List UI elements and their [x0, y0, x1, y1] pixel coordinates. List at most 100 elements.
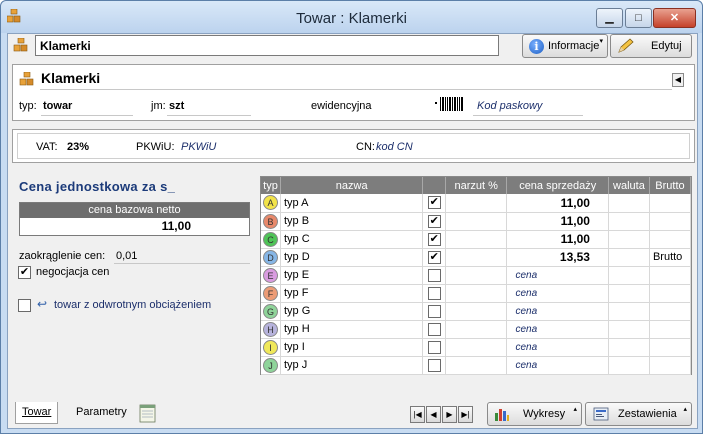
type-check-cell[interactable]: ✔: [422, 230, 446, 249]
base-price-box[interactable]: cena bazowa netto 11,00: [19, 202, 250, 236]
sale-price-cell[interactable]: cena: [506, 266, 609, 285]
col-waluta[interactable]: waluta: [608, 177, 650, 194]
price-table-row[interactable]: Dtyp D ✔ 13,53 Brutto: [261, 248, 692, 267]
type-checkbox[interactable]: ✔: [427, 196, 441, 210]
type-name-cell[interactable]: typ G: [280, 302, 424, 321]
title-bar[interactable]: Towar : Klamerki ▁ □ ✕: [1, 1, 702, 33]
type-check-cell[interactable]: ✔: [422, 194, 446, 213]
type-name-cell[interactable]: typ J: [280, 356, 424, 375]
type-checkbox[interactable]: [427, 268, 441, 282]
type-name-cell[interactable]: typ I: [280, 338, 424, 357]
type-name-cell[interactable]: typ D: [280, 248, 424, 267]
type-checkbox[interactable]: ✔: [427, 232, 441, 246]
col-typ[interactable]: typ: [261, 177, 281, 194]
sale-price-cell[interactable]: 11,00: [506, 212, 609, 231]
zestawienia-button[interactable]: Zestawienia ▴: [585, 402, 692, 426]
nav-first-button[interactable]: |◀: [410, 406, 425, 423]
type-check-cell[interactable]: [422, 338, 446, 357]
tab-parametry[interactable]: Parametry: [70, 402, 133, 424]
nav-next-button[interactable]: ▶: [442, 406, 457, 423]
type-checkbox[interactable]: [427, 286, 441, 300]
price-table-row[interactable]: Gtyp G cena: [261, 302, 692, 321]
base-price-value[interactable]: 11,00: [20, 218, 249, 235]
pkwiu-value[interactable]: PKWiU: [181, 141, 216, 153]
currency-cell[interactable]: [608, 230, 650, 249]
type-name-cell[interactable]: typ H: [280, 320, 424, 339]
price-table-row[interactable]: Jtyp J cena: [261, 356, 692, 375]
nav-prev-button[interactable]: ◀: [426, 406, 441, 423]
sale-price-cell[interactable]: 11,00: [506, 230, 609, 249]
minimize-button[interactable]: ▁: [596, 8, 623, 28]
gross-cell[interactable]: [649, 284, 692, 303]
col-check[interactable]: [422, 177, 446, 194]
reverse-charge-checkbox[interactable]: [18, 299, 31, 312]
gross-cell[interactable]: [649, 194, 692, 213]
type-checkbox[interactable]: [427, 340, 441, 354]
cn-value[interactable]: kod CN: [376, 141, 413, 153]
markup-cell[interactable]: [445, 320, 508, 339]
jm-value[interactable]: szt: [169, 100, 184, 112]
type-checkbox[interactable]: [427, 322, 441, 336]
sale-price-cell[interactable]: 11,00: [506, 194, 609, 213]
currency-cell[interactable]: [608, 356, 650, 375]
type-check-cell[interactable]: [422, 266, 446, 285]
markup-cell[interactable]: [445, 194, 508, 213]
currency-cell[interactable]: [608, 338, 650, 357]
type-checkbox[interactable]: ✔: [427, 214, 441, 228]
currency-cell[interactable]: [608, 320, 650, 339]
tab-towar[interactable]: Towar: [15, 402, 59, 424]
rounding-value[interactable]: 0,01: [116, 250, 137, 262]
col-brutto[interactable]: Brutto: [649, 177, 692, 194]
gross-cell[interactable]: [649, 302, 692, 321]
markup-cell[interactable]: [445, 356, 508, 375]
vat-value[interactable]: 23%: [67, 141, 89, 153]
markup-cell[interactable]: [445, 248, 508, 267]
notepad-icon[interactable]: [139, 403, 157, 423]
col-narzut[interactable]: narzut %: [445, 177, 508, 194]
markup-cell[interactable]: [445, 266, 508, 285]
price-table-row[interactable]: Ctyp C ✔ 11,00: [261, 230, 692, 249]
currency-cell[interactable]: [608, 266, 650, 285]
price-table-row[interactable]: Atyp A ✔ 11,00: [261, 194, 692, 213]
sale-price-cell[interactable]: cena: [506, 320, 609, 339]
sale-price-cell[interactable]: cena: [506, 302, 609, 321]
sale-price-cell[interactable]: cena: [506, 338, 609, 357]
negotiation-checkbox[interactable]: ✔: [18, 266, 31, 279]
nav-last-button[interactable]: ▶|: [458, 406, 473, 423]
markup-cell[interactable]: [445, 338, 508, 357]
currency-cell[interactable]: [608, 248, 650, 267]
markup-cell[interactable]: [445, 302, 508, 321]
sale-price-cell[interactable]: cena: [506, 284, 609, 303]
price-table-row[interactable]: Etyp E cena: [261, 266, 692, 285]
currency-cell[interactable]: [608, 302, 650, 321]
type-name-cell[interactable]: typ B: [280, 212, 424, 231]
sale-price-cell[interactable]: cena: [506, 356, 609, 375]
type-check-cell[interactable]: [422, 320, 446, 339]
scroll-left-button[interactable]: ◀: [672, 73, 684, 87]
edytuj-button[interactable]: Edytuj: [610, 34, 692, 58]
type-check-cell[interactable]: [422, 284, 446, 303]
sale-price-cell[interactable]: 13,53: [506, 248, 609, 267]
close-button[interactable]: ✕: [653, 8, 696, 28]
gross-cell[interactable]: [649, 230, 692, 249]
price-table-row[interactable]: Htyp H cena: [261, 320, 692, 339]
col-nazwa[interactable]: nazwa: [280, 177, 424, 194]
type-name-cell[interactable]: typ A: [280, 194, 424, 213]
gross-cell[interactable]: [649, 212, 692, 231]
type-name-cell[interactable]: typ C: [280, 230, 424, 249]
type-name-cell[interactable]: typ F: [280, 284, 424, 303]
gross-cell[interactable]: [649, 338, 692, 357]
markup-cell[interactable]: [445, 284, 508, 303]
type-name-cell[interactable]: typ E: [280, 266, 424, 285]
type-checkbox[interactable]: [427, 304, 441, 318]
gross-cell[interactable]: Brutto: [649, 248, 692, 267]
wykresy-button[interactable]: Wykresy ▴: [487, 402, 582, 426]
currency-cell[interactable]: [608, 212, 650, 231]
gross-cell[interactable]: [649, 356, 692, 375]
type-check-cell[interactable]: [422, 356, 446, 375]
gross-cell[interactable]: [649, 266, 692, 285]
type-check-cell[interactable]: [422, 302, 446, 321]
type-checkbox[interactable]: [427, 358, 441, 372]
type-check-cell[interactable]: ✔: [422, 212, 446, 231]
barcode-field[interactable]: Kod paskowy: [477, 100, 542, 112]
